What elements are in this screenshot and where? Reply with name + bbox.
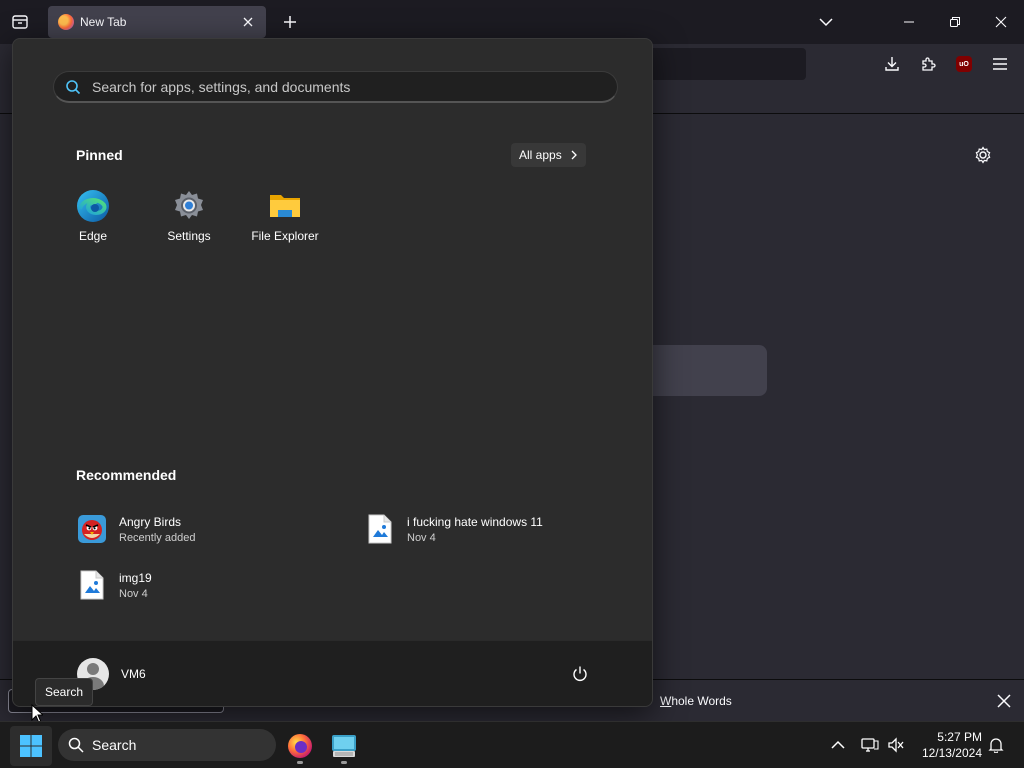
app-menu-button[interactable] (990, 54, 1010, 74)
power-button[interactable] (569, 663, 591, 685)
taskbar-search-label: Search (92, 737, 137, 753)
minimize-button[interactable] (897, 10, 921, 34)
pinned-title: Pinned (76, 147, 123, 163)
recommended-item-angry-birds[interactable]: Angry Birds Recently added (77, 507, 195, 551)
recommended-title-text: i fucking hate windows 11 (407, 514, 543, 529)
firefox-logo-icon (58, 14, 74, 30)
taskbar: Search 5:27 PM 12/13/2024 (0, 721, 1024, 768)
restore-button[interactable] (943, 10, 967, 34)
url-bar[interactable] (640, 48, 806, 80)
angry-birds-icon (77, 513, 107, 545)
recommended-subtitle-text: Nov 4 (407, 531, 436, 544)
recommended-title-text: img19 (119, 570, 152, 585)
pinned-app-label: Edge (78, 229, 108, 243)
volume-muted-button[interactable] (886, 735, 906, 755)
chevron-up-icon (831, 740, 845, 749)
clock-date: 12/13/2024 (921, 746, 982, 760)
recommended-title-text: Angry Birds (119, 514, 182, 529)
settings-gear-icon (172, 189, 206, 223)
close-icon (995, 16, 1007, 28)
recommended-item-image-file[interactable]: i fucking hate windows 11 Nov 4 (365, 507, 543, 551)
all-apps-label: All apps (519, 148, 562, 162)
taskbar-clock[interactable]: 5:27 PM 12/13/2024 (912, 729, 982, 761)
minimize-icon (904, 21, 914, 23)
hamburger-menu-icon (993, 58, 1007, 70)
start-button[interactable] (10, 726, 52, 766)
ublock-origin-icon: uO (956, 56, 972, 72)
recommended-subtitle-text: Recently added (119, 531, 196, 544)
all-apps-button[interactable]: All apps (511, 143, 586, 167)
new-tab-button[interactable] (280, 12, 300, 32)
close-icon (997, 694, 1011, 708)
whole-words-option[interactable]: Whole Words (660, 694, 732, 708)
pinned-app-settings[interactable]: Settings (147, 189, 231, 253)
window-close-button[interactable] (989, 10, 1013, 34)
whole-words-label: hole Words (671, 694, 732, 708)
windows-logo-icon (20, 735, 42, 757)
start-search-box[interactable] (53, 71, 618, 103)
page-settings-button[interactable] (972, 144, 994, 166)
image-file-icon (77, 569, 107, 601)
tab-close-button[interactable] (240, 14, 256, 30)
search-icon (64, 78, 82, 96)
keyboard-app-icon (332, 735, 356, 757)
edge-icon (76, 189, 110, 223)
chevron-right-icon (570, 150, 578, 160)
downloads-button[interactable] (882, 54, 902, 74)
find-bar-close-button[interactable] (994, 691, 1014, 711)
ublock-origin-button[interactable]: uO (954, 54, 974, 74)
recommended-title: Recommended (76, 467, 177, 483)
chevron-down-icon (819, 18, 833, 27)
recommended-subtitle-text: Nov 4 (119, 587, 148, 600)
start-menu-footer: VM6 (13, 640, 652, 706)
search-tooltip: Search (35, 678, 94, 706)
folder-icon (268, 189, 302, 223)
pinned-app-edge[interactable]: Edge (51, 189, 135, 253)
tab-title: New Tab (80, 15, 127, 29)
user-name: VM6 (121, 667, 146, 681)
taskbar-search-box[interactable]: Search (58, 729, 276, 761)
restore-icon (950, 17, 960, 27)
recommended-item-img19[interactable]: img19 Nov 4 (77, 563, 152, 607)
download-icon (885, 57, 899, 71)
notifications-button[interactable] (986, 735, 1006, 755)
taskbar-app-firefox[interactable] (280, 726, 320, 766)
clock-time: 5:27 PM (937, 730, 982, 744)
close-icon (243, 17, 253, 27)
whole-words-accesskey: W (660, 694, 672, 708)
list-all-tabs-button[interactable] (816, 12, 836, 32)
show-hidden-icons-button[interactable] (828, 735, 848, 755)
pinned-app-file-explorer[interactable]: File Explorer (243, 189, 327, 253)
taskbar-app-onscreen-keyboard[interactable] (324, 726, 364, 766)
gear-icon (975, 146, 991, 164)
power-icon (573, 666, 587, 681)
tab-new-tab[interactable]: New Tab (48, 6, 266, 38)
start-search-input[interactable] (92, 78, 592, 95)
puzzle-icon (922, 57, 936, 71)
running-indicator (297, 761, 303, 764)
plus-icon (284, 16, 296, 28)
firefox-icon (288, 734, 312, 758)
network-status-button[interactable] (860, 735, 880, 755)
volume-muted-icon (888, 737, 904, 753)
pinned-app-label: Settings (167, 229, 211, 243)
network-icon (861, 738, 879, 752)
firefox-view-button[interactable] (8, 10, 32, 34)
start-menu: Pinned All apps Edge S (12, 38, 653, 707)
image-file-icon (365, 513, 395, 545)
firefox-view-icon (12, 15, 28, 29)
search-icon (68, 737, 84, 753)
pinned-app-label: File Explorer (251, 229, 319, 243)
bell-icon (988, 738, 1004, 753)
extensions-button[interactable] (918, 54, 938, 74)
running-indicator (341, 761, 347, 764)
